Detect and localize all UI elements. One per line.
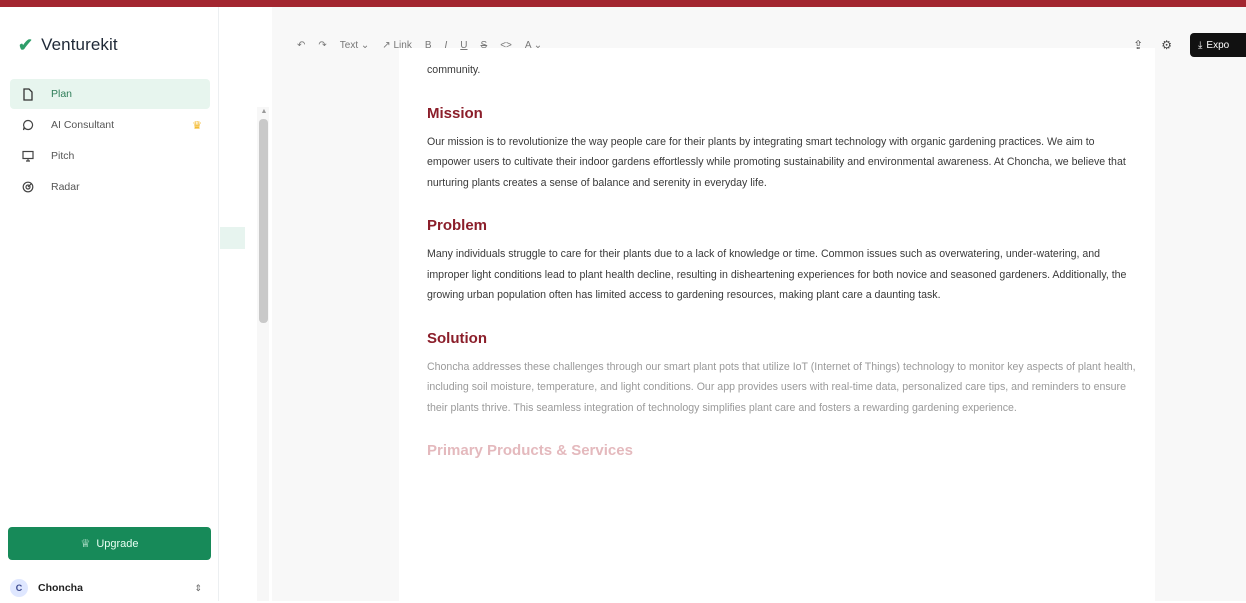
underline-button[interactable]: U [460, 40, 467, 51]
section-body-problem: Many individuals struggle to care for th… [427, 248, 1127, 301]
sidebar: ✔ Venturekit Plan AI Consultant ♛ Pitch [0, 7, 218, 601]
section-body-mission: Our mission is to revolutionize the way … [427, 135, 1126, 189]
section-heading-problem: Problem [427, 217, 488, 234]
content-fade-overlay [399, 500, 1155, 601]
brand[interactable]: ✔ Venturekit [18, 35, 118, 55]
scroll-up-arrow-icon[interactable]: ▲ [260, 108, 268, 116]
brand-name: Venturekit [41, 35, 118, 54]
chat-bubble-icon [21, 118, 35, 132]
v-logo-icon: ✔ [18, 35, 34, 55]
arrow-up-right-icon: ↗ [382, 39, 391, 51]
strikethrough-button[interactable]: S [481, 40, 488, 51]
bold-button[interactable]: B [425, 40, 432, 51]
editor-toolbar: ↶ ↷ Text ⌄ ↗ Link B I U S <> A ⌄ ⇪ ⚙ ⤓ E… [272, 30, 1246, 60]
link-label: Link [393, 39, 412, 51]
chevron-updown-icon: ⇕ [194, 582, 202, 593]
text-style-dropdown[interactable]: Text ⌄ [340, 40, 370, 51]
scrollbar-thumb[interactable] [259, 119, 268, 323]
sidebar-item-plan[interactable]: Plan [10, 79, 210, 109]
code-button[interactable]: <> [500, 40, 512, 51]
intro-tail: community. [427, 64, 481, 76]
export-button[interactable]: ⤓ Expo [1190, 33, 1246, 57]
download-icon: ⤓ [1198, 39, 1203, 51]
user-name: Choncha [38, 582, 83, 594]
drag-handle[interactable] [220, 227, 245, 249]
text-color-label: A [524, 39, 531, 51]
text-color-dropdown[interactable]: A ⌄ [525, 40, 542, 51]
sidebar-item-label: Radar [51, 181, 80, 193]
user-menu[interactable]: C Choncha ⇕ [10, 573, 208, 603]
section-heading-products: Primary Products & Services [427, 442, 633, 459]
sidebar-item-radar[interactable]: Radar [10, 172, 210, 202]
chevron-down-icon: ⌄ [360, 39, 370, 51]
upgrade-label: Upgrade [96, 537, 139, 550]
export-label: Expo [1206, 39, 1230, 51]
crown-icon: ♛ [192, 119, 202, 132]
top-accent-bar [0, 0, 1246, 7]
share-icon[interactable]: ⇪ [1133, 38, 1143, 52]
sidebar-item-pitch[interactable]: Pitch [10, 141, 210, 171]
sidebar-divider [218, 7, 219, 601]
sidebar-item-label: Pitch [51, 150, 75, 162]
redo-icon[interactable]: ↷ [318, 40, 326, 51]
upgrade-button[interactable]: ♕ Upgrade [8, 527, 211, 560]
link-button[interactable]: ↗ Link [382, 40, 412, 51]
radar-icon [21, 180, 35, 194]
sidebar-nav: Plan AI Consultant ♛ Pitch Radar [10, 79, 210, 203]
document-icon [21, 87, 35, 101]
text-style-label: Text [339, 39, 359, 51]
sidebar-item-label: Plan [51, 88, 73, 100]
sidebar-item-ai-consultant[interactable]: AI Consultant ♛ [10, 110, 210, 140]
faded-section: Solution Choncha addresses these challen… [427, 330, 1137, 460]
toolbar-actions: ⇪ ⚙ ⤓ Expo [1133, 30, 1246, 60]
document-content[interactable]: community. Mission Our mission is to rev… [427, 60, 1137, 469]
presentation-icon [21, 149, 35, 163]
sidebar-item-label: AI Consultant [51, 119, 115, 131]
gear-icon[interactable]: ⚙ [1161, 38, 1172, 52]
section-body-solution: Choncha addresses these challenges throu… [427, 360, 1136, 414]
italic-button[interactable]: I [445, 40, 448, 51]
section-heading-solution: Solution [427, 329, 487, 347]
crown-icon: ♕ [80, 538, 91, 550]
section-heading-mission: Mission [427, 104, 483, 122]
avatar: C [10, 579, 28, 597]
undo-icon[interactable]: ↶ [297, 40, 305, 51]
chevron-down-icon: ⌄ [533, 39, 543, 51]
